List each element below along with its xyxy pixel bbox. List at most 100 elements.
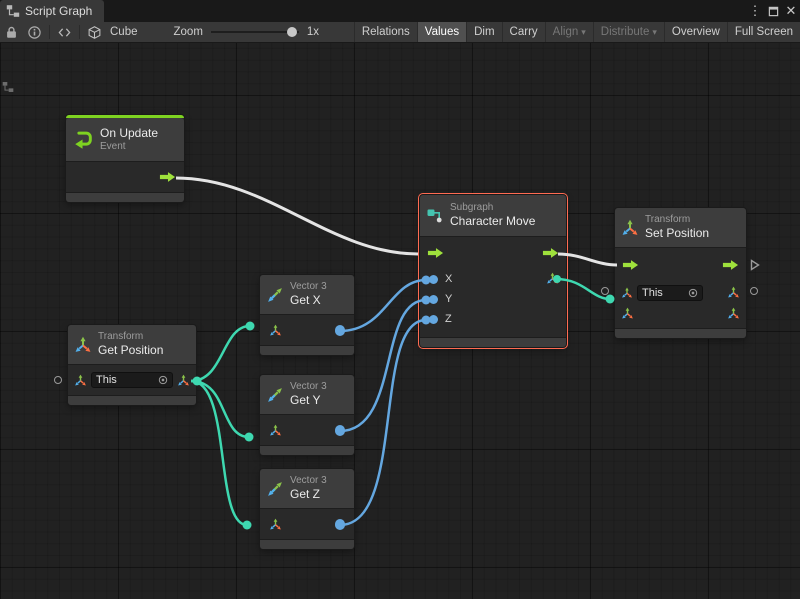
node-get-y[interactable]: Vector 3 Get Y bbox=[260, 375, 354, 455]
code-icon bbox=[58, 26, 71, 39]
flow-out-port[interactable] bbox=[722, 259, 739, 271]
carry-button[interactable]: Carry bbox=[502, 22, 545, 42]
edge-dot bbox=[246, 322, 255, 331]
chevron-down-icon: ▾ bbox=[652, 27, 657, 38]
node-title: Get Y bbox=[290, 393, 327, 407]
transform-out-port[interactable] bbox=[727, 286, 740, 299]
node-subtitle: Transform bbox=[645, 214, 709, 226]
node-get-position[interactable]: Transform Get Position This bbox=[68, 325, 196, 405]
graph-toolbar: Cube Zoom 1x Relations Values Dim Carry … bbox=[0, 22, 800, 43]
flow-in-port[interactable] bbox=[622, 259, 639, 271]
edge-getposition-to-getz[interactable] bbox=[191, 381, 247, 525]
zoom-label: Zoom bbox=[170, 26, 207, 38]
float-out-port[interactable] bbox=[335, 325, 345, 335]
vector-in-port[interactable] bbox=[621, 307, 634, 320]
transform-port-icon[interactable] bbox=[74, 374, 87, 387]
node-footer bbox=[420, 337, 566, 347]
node-character-move[interactable]: Subgraph Character Move X Y bbox=[420, 195, 566, 347]
node-footer bbox=[260, 539, 354, 549]
edge-getposition-to-getx[interactable] bbox=[191, 326, 250, 381]
float-out-port[interactable] bbox=[335, 425, 345, 435]
port-z-dot[interactable] bbox=[429, 315, 438, 324]
port-y-dot[interactable] bbox=[429, 295, 438, 304]
node-subtitle: Transform bbox=[98, 331, 163, 343]
distribute-dropdown[interactable]: Distribute ▾ bbox=[593, 22, 664, 42]
vector-out-port[interactable] bbox=[177, 374, 190, 387]
tab-bar-spacer bbox=[104, 0, 746, 22]
vector-in-port[interactable] bbox=[269, 518, 282, 531]
transform-icon bbox=[621, 219, 639, 237]
edge-getposition-to-gety[interactable] bbox=[191, 381, 249, 437]
vector-in-port[interactable] bbox=[269, 324, 282, 337]
zoom-slider-handle[interactable] bbox=[287, 27, 297, 37]
node-set-position[interactable]: Transform Set Position This bbox=[615, 208, 746, 338]
node-title: Get Z bbox=[290, 487, 327, 501]
values-button[interactable]: Values bbox=[417, 22, 466, 42]
toolbar-separator bbox=[49, 25, 50, 39]
zoom-value: 1x bbox=[303, 26, 323, 38]
flow-out-triangle[interactable] bbox=[750, 259, 760, 271]
node-get-x[interactable]: Vector 3 Get X bbox=[260, 275, 354, 355]
maximize-icon bbox=[768, 6, 779, 17]
node-get-z[interactable]: Vector 3 Get Z bbox=[260, 469, 354, 549]
toolbar-separator bbox=[79, 25, 80, 39]
relations-button[interactable]: Relations bbox=[354, 22, 417, 42]
subgraph-icon bbox=[426, 207, 444, 225]
edge-dot bbox=[245, 433, 254, 442]
node-title: Get X bbox=[290, 293, 327, 307]
node-header: Subgraph Character Move bbox=[420, 195, 566, 237]
this-field[interactable]: This bbox=[637, 285, 703, 301]
info-button[interactable] bbox=[23, 22, 46, 42]
vector-in-port[interactable] bbox=[269, 424, 282, 437]
target-picker-icon[interactable] bbox=[688, 288, 698, 298]
target-in-circle[interactable] bbox=[54, 376, 62, 384]
lock-button[interactable] bbox=[0, 22, 23, 42]
node-footer bbox=[260, 345, 354, 355]
tab-script-graph[interactable]: Script Graph bbox=[0, 0, 104, 22]
target-object-label[interactable]: Cube bbox=[106, 26, 142, 38]
node-footer bbox=[615, 328, 746, 338]
vector-out-port[interactable] bbox=[546, 272, 559, 285]
cube-icon bbox=[83, 22, 106, 42]
overview-button[interactable]: Overview bbox=[664, 22, 727, 42]
target-picker-icon[interactable] bbox=[158, 375, 168, 385]
node-footer bbox=[68, 395, 196, 405]
edge-dot bbox=[243, 521, 252, 530]
tab-title: Script Graph bbox=[25, 4, 92, 18]
node-footer bbox=[260, 445, 354, 455]
full-screen-button[interactable]: Full Screen bbox=[727, 22, 800, 42]
node-header: Vector 3 Get X bbox=[260, 275, 354, 315]
edge-flow-onupdate-to-charactermove[interactable] bbox=[176, 178, 418, 254]
node-on-update[interactable]: On Update Event bbox=[66, 115, 184, 202]
node-header: Vector 3 Get Y bbox=[260, 375, 354, 415]
port-z-label: Z bbox=[445, 313, 452, 325]
node-title: Get Position bbox=[98, 343, 163, 357]
target-out-circle[interactable] bbox=[750, 287, 758, 295]
node-subtitle: Vector 3 bbox=[290, 281, 327, 293]
this-field[interactable]: This bbox=[91, 372, 173, 388]
tab-bar: Script Graph ⋮ ✕ bbox=[0, 0, 800, 22]
code-view-button[interactable] bbox=[53, 22, 76, 42]
kebab-menu-button[interactable]: ⋮ bbox=[746, 0, 764, 22]
zoom-slider[interactable] bbox=[211, 22, 299, 42]
dim-button[interactable]: Dim bbox=[466, 22, 501, 42]
edge-flow-charactermove-to-setposition[interactable] bbox=[558, 254, 617, 265]
port-x-dot[interactable] bbox=[429, 275, 438, 284]
info-icon bbox=[28, 26, 41, 39]
chevron-down-icon: ▾ bbox=[581, 27, 586, 38]
zoom-slider-track bbox=[211, 31, 299, 33]
vector-out-port[interactable] bbox=[727, 307, 740, 320]
target-in-circle[interactable] bbox=[601, 287, 609, 295]
flow-in-port[interactable] bbox=[427, 247, 444, 259]
graph-breadcrumb-icon bbox=[2, 81, 14, 93]
maximize-button[interactable] bbox=[764, 0, 782, 22]
node-footer bbox=[66, 192, 184, 202]
graph-canvas[interactable]: On Update Event Transform Get Position bbox=[0, 43, 800, 599]
node-title: On Update bbox=[100, 126, 158, 140]
transform-port-icon[interactable] bbox=[621, 287, 633, 299]
flow-out-port[interactable] bbox=[542, 247, 559, 259]
flow-out-port[interactable] bbox=[159, 171, 176, 183]
align-dropdown[interactable]: Align ▾ bbox=[545, 22, 593, 42]
close-button[interactable]: ✕ bbox=[782, 0, 800, 22]
float-out-port[interactable] bbox=[335, 519, 345, 529]
